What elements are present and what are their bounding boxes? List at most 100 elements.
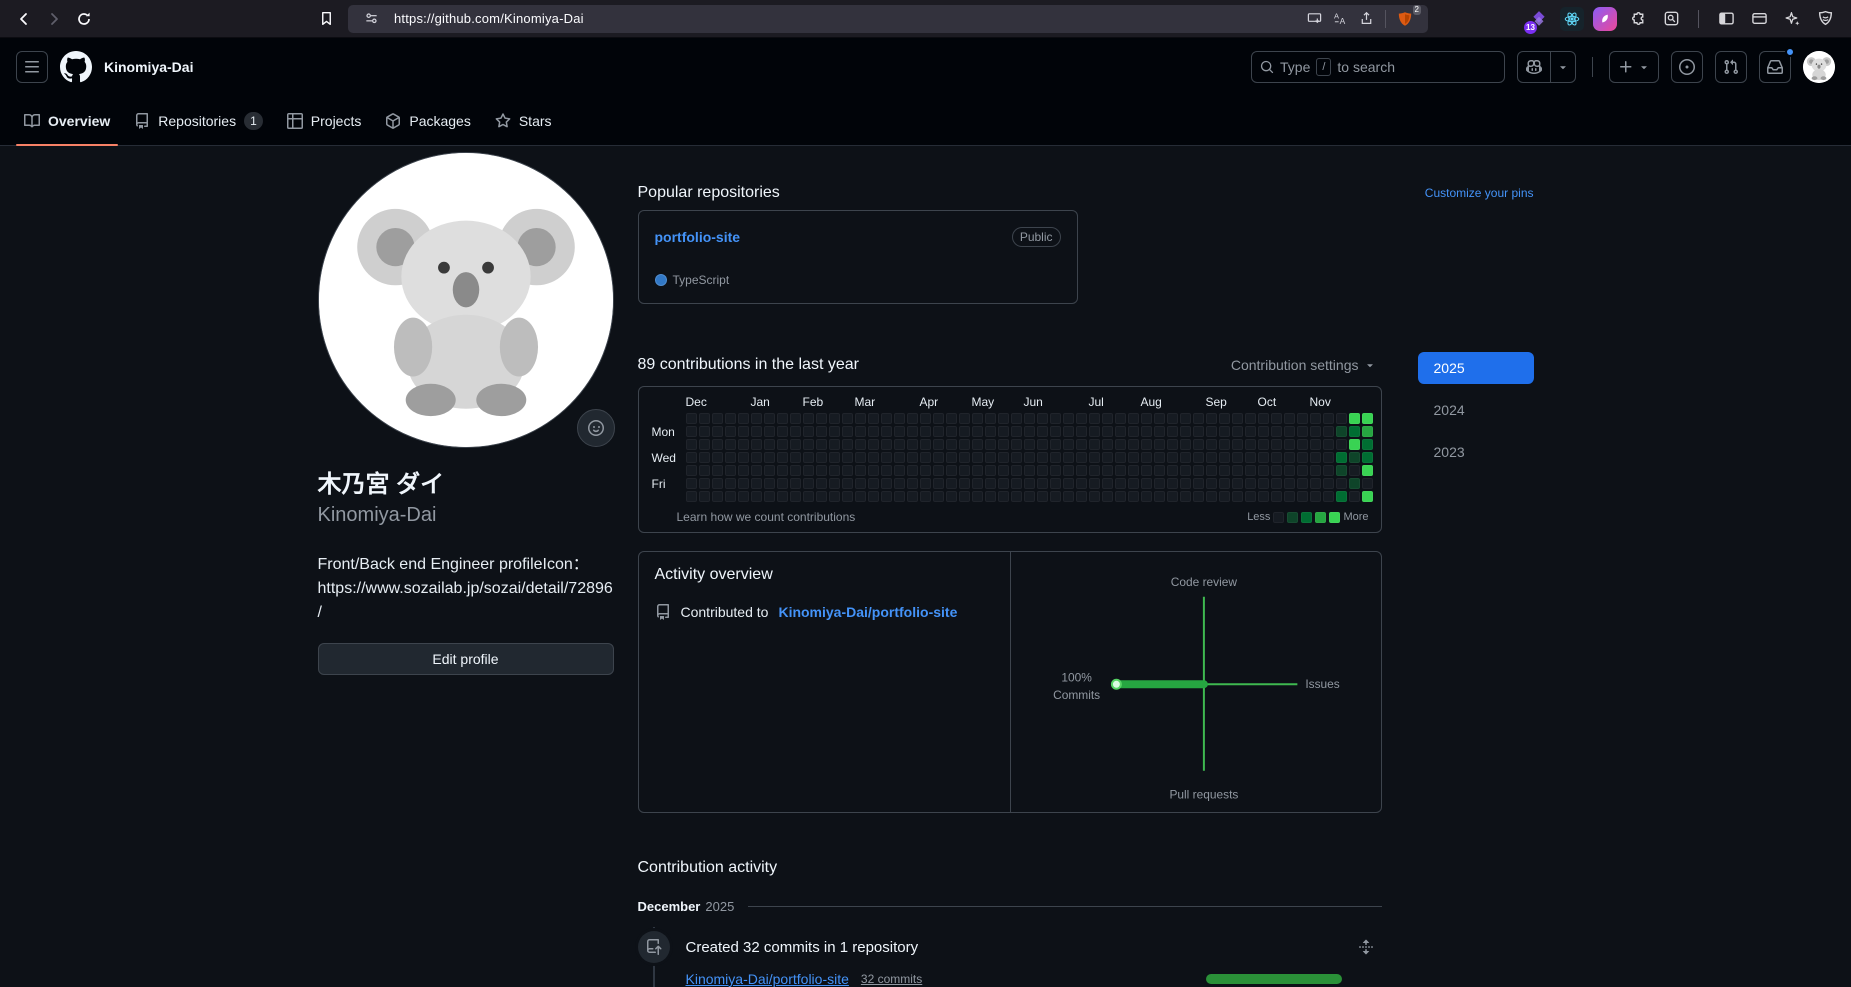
contribution-cell[interactable] [1036, 465, 1048, 476]
contribution-cell[interactable] [919, 465, 931, 476]
contribution-cell[interactable] [1036, 413, 1048, 424]
contribution-cell[interactable] [1023, 413, 1035, 424]
contribution-cell[interactable] [1153, 439, 1165, 450]
contribution-cell[interactable] [1296, 413, 1308, 424]
contribution-cell[interactable] [932, 452, 944, 463]
contribution-cell[interactable] [1192, 478, 1204, 489]
contribution-cell[interactable] [776, 478, 788, 489]
contribution-cell[interactable] [1348, 478, 1360, 489]
contribution-cell[interactable] [932, 439, 944, 450]
contribution-cell[interactable] [1127, 491, 1139, 502]
contribution-cell[interactable] [763, 478, 775, 489]
contribution-cell[interactable] [1296, 491, 1308, 502]
github-logo-icon[interactable] [60, 51, 92, 83]
contribution-cell[interactable] [1127, 439, 1139, 450]
tab-projects[interactable]: Projects [279, 96, 370, 145]
contribution-cell[interactable] [750, 491, 762, 502]
reload-icon[interactable] [70, 5, 98, 33]
contribution-cell[interactable] [1114, 426, 1126, 437]
contribution-cell[interactable] [724, 413, 736, 424]
contribution-cell[interactable] [1166, 452, 1178, 463]
contribution-cell[interactable] [776, 465, 788, 476]
contribution-cell[interactable] [1114, 452, 1126, 463]
contribution-cell[interactable] [1062, 491, 1074, 502]
contribution-cell[interactable] [1283, 413, 1295, 424]
contribution-cell[interactable] [1179, 478, 1191, 489]
contribution-cell[interactable] [1361, 439, 1373, 450]
contribution-cell[interactable] [1127, 413, 1139, 424]
contribution-cell[interactable] [880, 491, 892, 502]
contribution-cell[interactable] [1244, 439, 1256, 450]
contribution-cell[interactable] [997, 439, 1009, 450]
contribution-cell[interactable] [1101, 426, 1113, 437]
contribution-cell[interactable] [1140, 439, 1152, 450]
pink-extension-icon[interactable] [1593, 6, 1617, 31]
contribution-cell[interactable] [971, 439, 983, 450]
contribution-cell[interactable] [776, 491, 788, 502]
contribution-cell[interactable] [984, 478, 996, 489]
contribution-cell[interactable] [971, 452, 983, 463]
contribution-cell[interactable] [1010, 491, 1022, 502]
contribution-cell[interactable] [893, 478, 905, 489]
contribution-cell[interactable] [1257, 413, 1269, 424]
contribution-cell[interactable] [750, 426, 762, 437]
contribution-cell[interactable] [1257, 465, 1269, 476]
contribution-cell[interactable] [1257, 452, 1269, 463]
tab-stars[interactable]: Stars [487, 96, 560, 145]
contribution-settings-button[interactable]: Contribution settings [1225, 356, 1382, 374]
contribution-cell[interactable] [867, 491, 879, 502]
contribution-cell[interactable] [867, 426, 879, 437]
contribution-cell[interactable] [1205, 413, 1217, 424]
contribution-cell[interactable] [1075, 478, 1087, 489]
react-devtools-icon[interactable] [1560, 6, 1584, 31]
contribution-cell[interactable] [776, 426, 788, 437]
contribution-cell[interactable] [724, 439, 736, 450]
contribution-cell[interactable] [841, 426, 853, 437]
contribution-cell[interactable] [867, 413, 879, 424]
contribution-cell[interactable] [698, 413, 710, 424]
contribution-cell[interactable] [1257, 478, 1269, 489]
wallet-icon[interactable] [1747, 7, 1771, 31]
contribution-cell[interactable] [906, 439, 918, 450]
contribution-cell[interactable] [1166, 491, 1178, 502]
contribution-cell[interactable] [854, 465, 866, 476]
pinned-repo-link[interactable]: portfolio-site [655, 229, 741, 245]
contribution-cell[interactable] [1231, 465, 1243, 476]
tab-repositories[interactable]: Repositories 1 [126, 96, 271, 145]
contribution-cell[interactable] [984, 439, 996, 450]
contribution-cell[interactable] [1205, 426, 1217, 437]
ai-sparkle-icon[interactable] [1780, 7, 1804, 31]
contribution-cell[interactable] [1309, 439, 1321, 450]
contribution-cell[interactable] [1088, 452, 1100, 463]
contribution-cell[interactable] [945, 465, 957, 476]
contribution-cell[interactable] [750, 478, 762, 489]
contribution-cell[interactable] [815, 452, 827, 463]
contribution-cell[interactable] [828, 413, 840, 424]
contribution-cell[interactable] [1088, 491, 1100, 502]
contribution-cell[interactable] [932, 465, 944, 476]
contribution-cell[interactable] [1270, 465, 1282, 476]
contribution-cell[interactable] [685, 452, 697, 463]
copilot-icon[interactable] [1518, 52, 1550, 82]
contribution-cell[interactable] [841, 452, 853, 463]
contribution-cell[interactable] [789, 439, 801, 450]
contribution-cell[interactable] [750, 439, 762, 450]
contribution-cell[interactable] [711, 491, 723, 502]
contribution-cell[interactable] [1179, 491, 1191, 502]
contribution-cell[interactable] [1101, 491, 1113, 502]
contribution-cell[interactable] [1010, 413, 1022, 424]
contribution-cell[interactable] [919, 413, 931, 424]
contribution-cell[interactable] [958, 426, 970, 437]
contribution-cell[interactable] [971, 426, 983, 437]
contribution-cell[interactable] [893, 426, 905, 437]
contribution-cell[interactable] [1270, 413, 1282, 424]
contribution-cell[interactable] [1205, 478, 1217, 489]
contribution-cell[interactable] [958, 478, 970, 489]
contribution-cell[interactable] [1075, 439, 1087, 450]
contribution-cell[interactable] [1218, 452, 1230, 463]
contribution-cell[interactable] [1140, 426, 1152, 437]
contribution-cell[interactable] [1101, 439, 1113, 450]
contribution-cell[interactable] [919, 426, 931, 437]
contribution-cell[interactable] [1062, 452, 1074, 463]
contribution-cell[interactable] [802, 452, 814, 463]
